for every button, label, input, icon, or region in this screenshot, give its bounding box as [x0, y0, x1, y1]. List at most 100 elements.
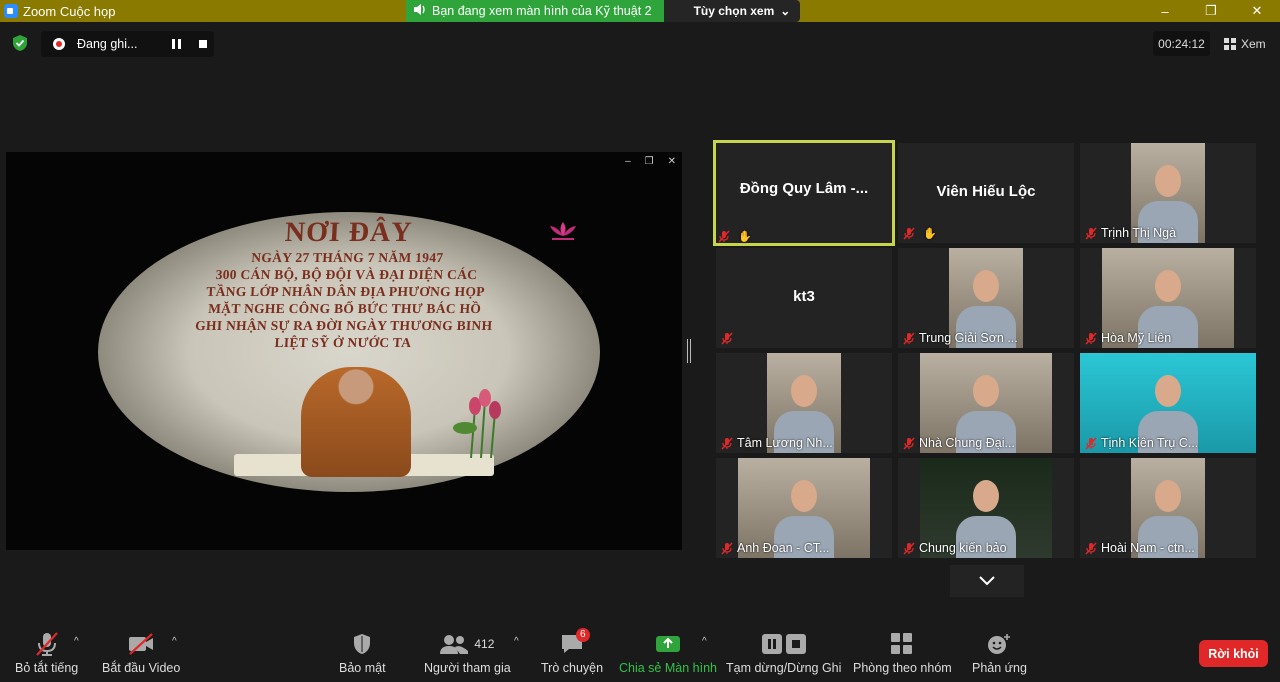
participant-name-tag: Chung kiến bảo	[903, 541, 1007, 555]
participant-name: Tâm Lương Nh...	[737, 436, 833, 450]
restore-icon: ❐	[644, 156, 654, 167]
participant-name-tag	[721, 332, 733, 345]
inscription-line: MẶT NGHE CÔNG BỐ BỨC THƯ BÁC HỒ	[207, 301, 482, 316]
restore-button[interactable]: ❐	[1188, 0, 1234, 22]
view-button[interactable]: Xem	[1218, 31, 1272, 56]
mic-muted-icon	[903, 332, 915, 344]
pause-recording-icon[interactable]	[172, 39, 181, 49]
chat-button[interactable]: 6 Trò chuyện	[541, 628, 604, 675]
speaker-monk-image	[301, 367, 411, 477]
meeting-toolbar: Bỏ tắt tiếng ^ Bắt đầu Video ^ Bảo mật 4…	[0, 622, 1280, 682]
participant-name-tag: Trung Giải Sơn ...	[903, 331, 1018, 345]
chevron-down-icon: ⌄	[780, 4, 791, 18]
minimize-button[interactable]: –	[1142, 0, 1188, 22]
participant-tile[interactable]: Anh Đoan - CT...	[716, 458, 892, 558]
mic-muted-icon	[903, 437, 915, 449]
start-video-button[interactable]: Bắt đầu Video	[102, 630, 180, 675]
chat-label: Trò chuyện	[541, 661, 604, 675]
participant-tile[interactable]: Hoài Nam - ctn...	[1080, 458, 1256, 558]
video-options-caret[interactable]: ^	[172, 636, 177, 647]
mic-muted-icon	[721, 542, 733, 554]
participant-face	[791, 480, 817, 512]
participant-tile[interactable]: Trung Giải Sơn ...	[898, 248, 1074, 348]
mute-button[interactable]: Bỏ tắt tiếng	[15, 630, 78, 675]
security-button[interactable]: Bảo mật	[339, 630, 386, 675]
share-screen-icon	[655, 630, 680, 658]
leave-meeting-button[interactable]: Rời khỏi	[1199, 640, 1268, 667]
microphone-muted-icon	[35, 630, 59, 658]
start-video-label: Bắt đầu Video	[102, 661, 181, 675]
participant-name: Chung kiến bảo	[919, 541, 1007, 555]
participant-tile[interactable]: Tịnh Kiên Trụ C...	[1080, 353, 1256, 453]
inscription-line: 300 CÁN BỘ, BỘ ĐỘI VÀ ĐẠI DIỆN CÁC	[215, 267, 478, 282]
participant-display-name: kt3	[793, 288, 815, 305]
chevron-down-icon	[979, 576, 995, 586]
pause-stop-recording-button[interactable]: Tạm dừng/Dừng Ghi	[726, 630, 841, 675]
participant-tile[interactable]: kt3	[716, 248, 892, 348]
participant-tile[interactable]: Chung kiến bảo	[898, 458, 1074, 558]
share-options-caret[interactable]: ^	[702, 636, 707, 647]
participants-button[interactable]: 412 Người tham gia	[424, 630, 511, 675]
participant-tile[interactable]: Hòa Mỹ Liên	[1080, 248, 1256, 348]
resize-handle[interactable]	[687, 339, 691, 363]
participant-tile[interactable]: Tâm Lương Nh...	[716, 353, 892, 453]
participant-name: Trung Giải Sơn ...	[919, 331, 1018, 345]
participant-face	[973, 270, 999, 302]
participant-name: Anh Đoan - CT...	[737, 541, 830, 555]
lotus-logo-icon	[550, 222, 576, 240]
participant-tile[interactable]: Trịnh Thị Ngà	[1080, 143, 1256, 243]
participant-tile[interactable]: Viên Hiếu Lộc ✋	[898, 143, 1074, 243]
hand-icon: ✋	[923, 228, 937, 240]
mic-muted-icon	[718, 230, 730, 243]
mic-muted-icon	[903, 542, 915, 554]
reactions-button[interactable]: Phản ứng	[972, 630, 1027, 675]
participant-tile[interactable]: Nhà Chung Đại...	[898, 353, 1074, 453]
smiley-add-icon	[987, 630, 1011, 658]
participant-name-tag: Tâm Lương Nh...	[721, 436, 833, 450]
zoom-logo-icon	[4, 4, 18, 18]
participant-name: Trịnh Thị Ngà	[1101, 226, 1177, 240]
participant-name-tag: ✋	[718, 230, 752, 243]
window-title: Zoom Cuộc họp	[23, 3, 116, 19]
audio-options-caret[interactable]: ^	[74, 636, 79, 647]
inscription-heading: NƠI ĐÂY	[284, 217, 414, 248]
shield-check-icon[interactable]	[12, 35, 28, 51]
participant-name-tag: Trịnh Thị Ngà	[1085, 226, 1176, 240]
mic-muted-icon	[903, 227, 915, 240]
inscription-line: GHI NHẬN SỰ RA ĐỜI NGÀY THƯƠNG BINH	[194, 318, 493, 333]
breakout-rooms-button[interactable]: Phòng theo nhóm	[853, 630, 952, 675]
participant-name-tag: Anh Đoan - CT...	[721, 541, 829, 555]
chat-badge: 6	[576, 628, 590, 642]
stop-recording-icon[interactable]	[199, 40, 207, 48]
security-label: Bảo mật	[339, 661, 386, 675]
stone-inscription: NƠI ĐÂY NGÀY 27 THÁNG 7 NĂM 1947 300 CÁN…	[172, 217, 519, 351]
participant-tile[interactable]: Đồng Quy Lâm -... ✋	[713, 140, 895, 246]
close-icon: ✕	[667, 156, 676, 167]
recording-bar: Đang ghi...	[41, 31, 214, 57]
grid-view-icon	[1224, 37, 1236, 50]
participant-name: Nhà Chung Đại...	[919, 436, 1015, 450]
shared-screen[interactable]: – ❐ ✕ NƠI ĐÂY NGÀY 27 THÁNG 7 NĂM 1947 3…	[6, 152, 682, 550]
recording-dot-icon	[53, 38, 65, 50]
view-label: Xem	[1241, 36, 1266, 51]
next-page-button[interactable]	[950, 565, 1024, 597]
viewing-indicator: Bạn đang xem màn hình của Kỹ thuật 2	[406, 0, 664, 22]
participant-name-tag: Tịnh Kiên Trụ C...	[1085, 436, 1198, 450]
inscription-line: TẦNG LỚP NHÂN DÂN ĐỊA PHƯƠNG HỌP	[206, 284, 486, 299]
mic-muted-icon	[1085, 437, 1097, 449]
participant-name-tag: ✋	[903, 227, 937, 240]
participants-options-caret[interactable]: ^	[514, 636, 519, 647]
participant-display-name: Đồng Quy Lâm -...	[739, 180, 869, 197]
participant-face	[973, 480, 999, 512]
participant-display-name: Viên Hiếu Lộc	[936, 183, 1036, 200]
view-options-button[interactable]: Tùy chọn xem ⌄	[663, 0, 801, 22]
close-button[interactable]: ✕	[1234, 0, 1280, 22]
mic-muted-icon	[1085, 332, 1097, 344]
mic-muted-icon	[1085, 227, 1097, 239]
participant-face	[791, 375, 817, 407]
hand-icon: ✋	[738, 231, 752, 243]
pause-stop-label: Tạm dừng/Dừng Ghi	[726, 661, 842, 675]
participant-name: Hoài Nam - ctn...	[1101, 541, 1195, 555]
inscription-line: LIỆT SỸ Ở NƯỚC TA	[274, 335, 412, 350]
recording-status: Đang ghi...	[77, 37, 138, 51]
